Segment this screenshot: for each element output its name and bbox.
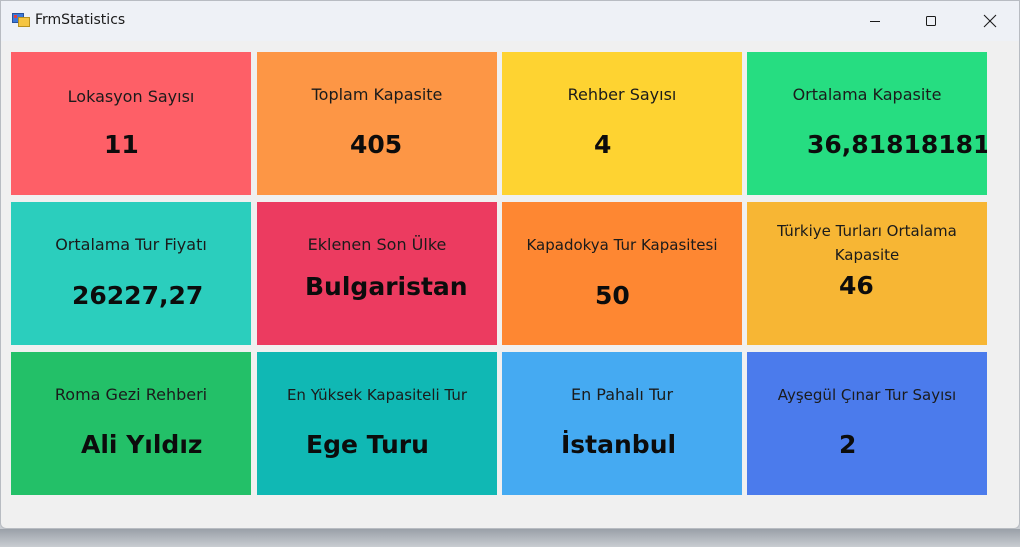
desktop-background — [0, 529, 1020, 547]
tile-value: 36,8181818181 — [807, 130, 987, 159]
tile-label: Rehber Sayısı — [567, 85, 677, 104]
tile-kapadokya-tur-kapasitesi: Kapadokya Tur Kapasitesi 50 — [502, 202, 742, 345]
tile-label: Kapadokya Tur Kapasitesi — [526, 236, 718, 254]
tile-turkiye-turlari-ortalama-kapasite: Türkiye Turları Ortalama Kapasite 46 — [747, 202, 987, 345]
statistics-window: FrmStatistics Lokasyon Sayısı 11 Toplam … — [0, 0, 1020, 529]
tile-value: 46 — [839, 271, 874, 300]
tile-label: En Pahalı Tur — [570, 385, 674, 404]
tile-label: Lokasyon Sayısı — [67, 87, 195, 106]
tile-label: Roma Gezi Rehberi — [54, 385, 208, 404]
tile-label: Ayşegül Çınar Tur Sayısı — [777, 386, 957, 404]
tile-eklenen-son-ulke: Eklenen Son Ülke Bulgaristan — [257, 202, 497, 345]
tile-label: En Yüksek Kapasiteli Tur — [286, 386, 468, 404]
tile-roma-gezi-rehberi: Roma Gezi Rehberi Ali Yıldız — [11, 352, 251, 495]
tile-value: Ali Yıldız — [81, 430, 203, 459]
tile-lokasyon-sayisi: Lokasyon Sayısı 11 — [11, 52, 251, 195]
tile-en-yuksek-kapasiteli-tur: En Yüksek Kapasiteli Tur Ege Turu — [257, 352, 497, 495]
tile-rehber-sayisi: Rehber Sayısı 4 — [502, 52, 742, 195]
tile-label: Ortalama Kapasite — [792, 85, 942, 104]
tile-value: Ege Turu — [306, 430, 429, 459]
tile-label: Ortalama Tur Fiyatı — [55, 235, 207, 254]
tile-en-pahali-tur: En Pahalı Tur İstanbul — [502, 352, 742, 495]
statistics-grid: Lokasyon Sayısı 11 Toplam Kapasite 405 R… — [1, 1, 1019, 528]
tile-label: Türkiye Turları Ortalama Kapasite — [777, 222, 957, 264]
tile-toplam-kapasite: Toplam Kapasite 405 — [257, 52, 497, 195]
tile-value: 11 — [104, 130, 139, 159]
tile-value: 50 — [595, 281, 630, 310]
tile-value: 2 — [839, 430, 857, 459]
tile-label: Toplam Kapasite — [311, 85, 443, 104]
tile-value: Bulgaristan — [305, 272, 468, 301]
tile-aysegul-cinar-tur-sayisi: Ayşegül Çınar Tur Sayısı 2 — [747, 352, 987, 495]
tile-value: 405 — [350, 130, 403, 159]
tile-ortalama-tur-fiyati: Ortalama Tur Fiyatı 26227,27 — [11, 202, 251, 345]
tile-ortalama-kapasite: Ortalama Kapasite 36,8181818181 — [747, 52, 987, 195]
tile-value: İstanbul — [561, 430, 677, 459]
tile-label: Eklenen Son Ülke — [307, 235, 447, 254]
tile-value: 4 — [594, 130, 612, 159]
tile-value: 26227,27 — [72, 281, 204, 310]
